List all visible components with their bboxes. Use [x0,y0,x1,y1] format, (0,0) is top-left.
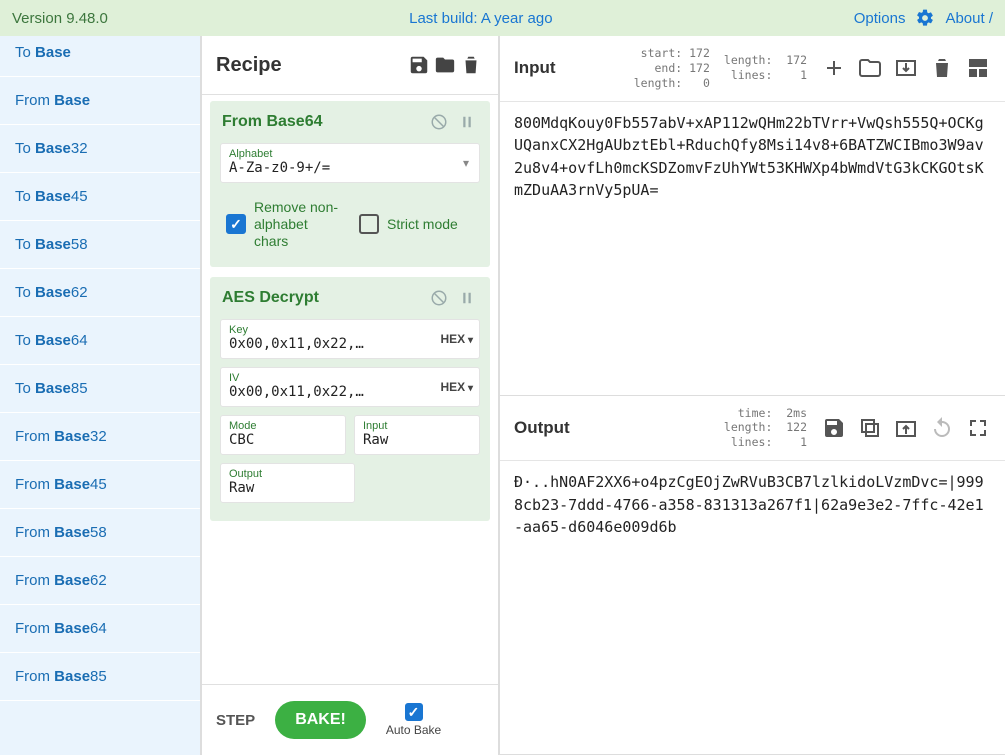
output-title: Output [514,418,570,438]
recipe-footer: STEP BAKE! Auto Bake [202,684,498,755]
sidebar-op-item[interactable]: To Base64 [0,317,200,365]
iv-value: 0x00,0x11,0x22,… [229,384,427,400]
bake-button[interactable]: BAKE! [275,701,366,739]
output-type-value: Raw [229,480,346,496]
recipe-title: Recipe [216,54,406,77]
mode-label: Mode [229,420,337,432]
top-bar: Version 9.48.0 Last build: A year ago Op… [0,0,1005,36]
operation-from-base64: From Base64 Alphabet A-Za-z0-9+/= Remove… [210,101,490,267]
maximize-output-button[interactable] [965,415,991,441]
input-type-value: Raw [363,432,471,448]
sidebar-op-item[interactable]: From Base85 [0,653,200,701]
recipe-header: Recipe [202,36,498,95]
remove-nonalpha-label: Remove non-alphabet chars [254,199,341,249]
output-pane: Output time: 2ms length: 122 lines: 1 Ð·… [500,396,1005,755]
output-type-field[interactable]: Output Raw [220,463,355,503]
sidebar-op-item[interactable]: To Base58 [0,221,200,269]
recipe-list: From Base64 Alphabet A-Za-z0-9+/= Remove… [202,95,498,684]
operation-title: From Base64 [222,113,422,131]
gear-icon[interactable] [915,8,935,28]
strict-mode-label: Strict mode [387,216,458,233]
sidebar-op-item[interactable]: From Base32 [0,413,200,461]
key-type-dropdown[interactable]: HEX [441,332,474,346]
disable-op-button[interactable] [428,111,450,133]
undo-button[interactable] [929,415,955,441]
open-folder-button[interactable] [857,55,883,81]
io-column: Input start: 172 end: 172 length: 0 leng… [500,36,1005,755]
sidebar-op-item[interactable]: From Base62 [0,557,200,605]
last-build-label: Last build: A year ago [108,10,854,27]
key-field[interactable]: Key 0x00,0x11,0x22,… HEX [220,319,480,359]
input-type-field[interactable]: Input Raw [354,415,480,455]
operation-aes-decrypt: AES Decrypt Key 0x00,0x11,0x22,… HEX IV … [210,277,490,521]
save-output-button[interactable] [821,415,847,441]
clear-recipe-button[interactable] [458,52,484,78]
input-text[interactable]: 800MdqKouy0Fb557abV+xAP112wQHm22bTVrr+Vw… [500,102,1005,395]
key-value: 0x00,0x11,0x22,… [229,336,427,352]
recipe-column: Recipe From Base64 Alphabet A-Za-z0-9+/= [200,36,500,755]
input-length-stats: length: 172 lines: 1 [724,53,807,83]
sidebar-op-item[interactable]: From Base58 [0,509,200,557]
output-text[interactable]: Ð·..hN0AF2XX6+o4pzCgEOjZwRVuB3CB7lzlkido… [500,461,1005,754]
operations-sidebar: To BaseFrom BaseTo Base32To Base45To Bas… [0,36,200,755]
sidebar-op-item[interactable]: From Base45 [0,461,200,509]
iv-label: IV [229,372,427,384]
sidebar-op-item[interactable]: To Base [0,36,200,77]
remove-nonalpha-checkbox[interactable] [226,214,246,234]
strict-mode-checkbox[interactable] [359,214,379,234]
version-label: Version 9.48.0 [12,10,108,27]
output-type-label: Output [229,468,346,480]
pause-op-button[interactable] [456,111,478,133]
alphabet-label: Alphabet [229,148,471,160]
input-type-label: Input [363,420,471,432]
move-output-to-input-button[interactable] [893,415,919,441]
load-recipe-button[interactable] [432,52,458,78]
output-stats: time: 2ms length: 122 lines: 1 [724,406,807,451]
clear-input-button[interactable] [929,55,955,81]
options-link[interactable]: Options [854,10,906,27]
sidebar-op-item[interactable]: To Base45 [0,173,200,221]
alphabet-field[interactable]: Alphabet A-Za-z0-9+/= [220,143,480,183]
sidebar-op-item[interactable]: From Base [0,77,200,125]
add-tab-button[interactable] [821,55,847,81]
sidebar-op-item[interactable]: From Base64 [0,605,200,653]
mode-field[interactable]: Mode CBC [220,415,346,455]
pause-op-button[interactable] [456,287,478,309]
input-pane: Input start: 172 end: 172 length: 0 leng… [500,36,1005,396]
sidebar-op-item[interactable]: To Base85 [0,365,200,413]
alphabet-value: A-Za-z0-9+/= [229,160,471,176]
input-title: Input [514,58,556,78]
open-file-button[interactable] [893,55,919,81]
reset-layout-button[interactable] [965,55,991,81]
operation-title: AES Decrypt [222,289,422,307]
sidebar-op-item[interactable]: To Base62 [0,269,200,317]
step-button[interactable]: STEP [216,712,255,729]
about-link[interactable]: About / [945,10,993,27]
top-right: Options About / [854,8,993,28]
input-cursor-stats: start: 172 end: 172 length: 0 [634,46,710,91]
autobake-checkbox[interactable] [405,703,423,721]
copy-output-button[interactable] [857,415,883,441]
key-label: Key [229,324,427,336]
disable-op-button[interactable] [428,287,450,309]
sidebar-op-item[interactable]: To Base32 [0,125,200,173]
save-recipe-button[interactable] [406,52,432,78]
iv-type-dropdown[interactable]: HEX [441,380,474,394]
iv-field[interactable]: IV 0x00,0x11,0x22,… HEX [220,367,480,407]
main: To BaseFrom BaseTo Base32To Base45To Bas… [0,36,1005,755]
mode-value: CBC [229,432,337,448]
autobake-label: Auto Bake [386,723,441,737]
